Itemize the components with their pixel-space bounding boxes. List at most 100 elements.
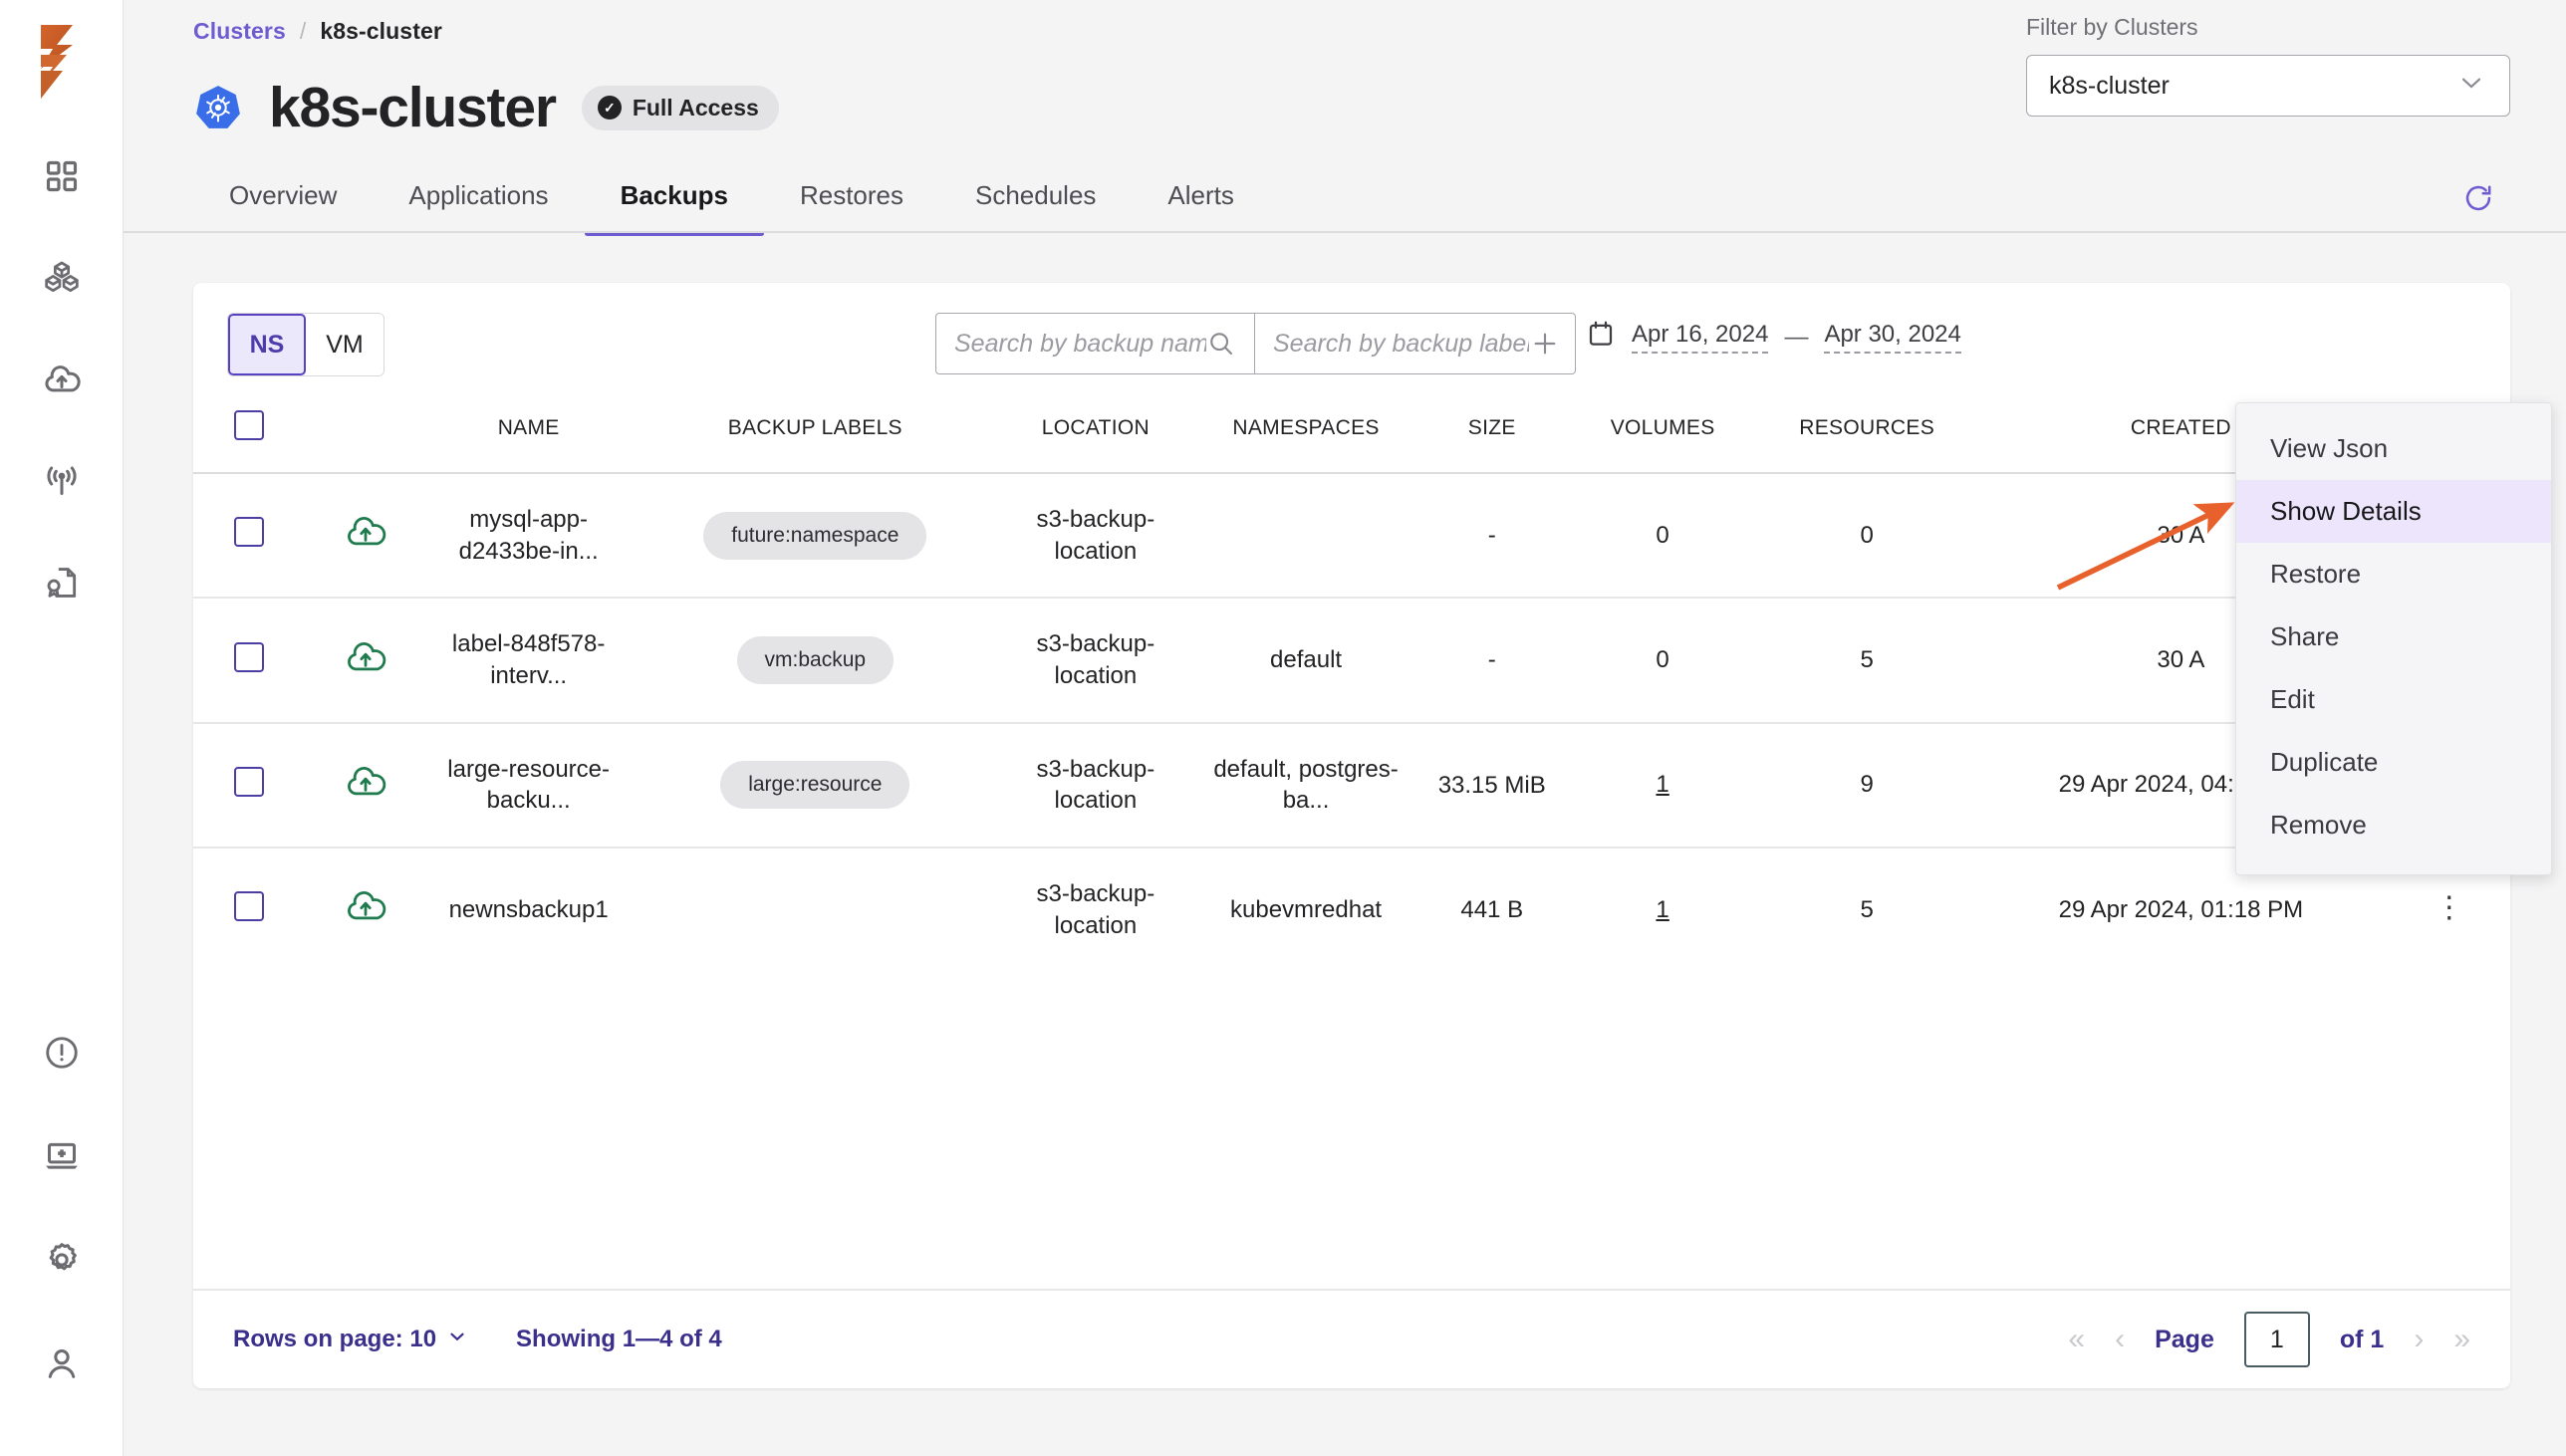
sidebar-item-backups[interactable]	[39, 357, 85, 402]
user-account-icon	[43, 1344, 81, 1382]
date-range-picker[interactable]: Apr 16, 2024 — Apr 30, 2024	[1586, 319, 1961, 356]
breadcrumb-clusters-link[interactable]: Clusters	[193, 18, 286, 45]
search-label-input[interactable]	[1273, 330, 1529, 359]
row-status-cell	[306, 473, 425, 598]
cluster-filter-select[interactable]: k8s-cluster	[2026, 55, 2510, 117]
refresh-icon[interactable]	[2462, 182, 2494, 219]
tab-overview[interactable]: Overview	[193, 180, 373, 233]
rows-per-page-select[interactable]: Rows on page: 10	[233, 1326, 468, 1354]
row-size: -	[1418, 598, 1565, 722]
table-row[interactable]: label-848f578-interv... vm:backup s3-bac…	[193, 598, 2510, 722]
certificate-document-icon	[43, 564, 81, 602]
kubernetes-helm-icon	[193, 83, 243, 132]
sidebar-item-account[interactable]	[39, 1340, 85, 1386]
col-name[interactable]: NAME	[425, 410, 633, 473]
col-size[interactable]: SIZE	[1418, 410, 1565, 473]
sidebar-item-monitoring[interactable]	[39, 458, 85, 504]
page-number-input[interactable]	[2244, 1312, 2310, 1367]
row-checkbox[interactable]	[234, 642, 264, 672]
sidebar-item-alerts[interactable]	[39, 1030, 85, 1076]
toggle-vm[interactable]: VM	[306, 314, 384, 375]
row-status-cell	[306, 848, 425, 971]
sidebar-item-support[interactable]	[39, 1133, 85, 1179]
row-checkbox-cell	[193, 848, 306, 971]
menu-item-view-json[interactable]: View Json	[2236, 417, 2551, 480]
sidebar-nav-bottom	[39, 1030, 85, 1386]
date-from[interactable]: Apr 16, 2024	[1632, 321, 1768, 354]
date-to[interactable]: Apr 30, 2024	[1824, 321, 1960, 354]
tab-restores[interactable]: Restores	[764, 180, 939, 233]
check-circle-icon: ✓	[598, 96, 622, 120]
row-resources: 5	[1760, 598, 1973, 722]
cloud-upload-icon	[344, 783, 387, 810]
tabs-divider	[124, 231, 2566, 233]
row-location: s3-backup-location	[998, 598, 1193, 722]
cluster-filter: Filter by Clusters k8s-cluster	[2026, 14, 2510, 117]
row-volumes: 1	[1565, 723, 1760, 848]
menu-item-edit[interactable]: Edit	[2236, 668, 2551, 731]
table-header-row: NAME BACKUP LABELS LOCATION NAMESPACES S…	[193, 410, 2510, 473]
menu-item-show-details[interactable]: Show Details	[2236, 480, 2551, 543]
col-backup-labels[interactable]: BACKUP LABELS	[633, 410, 998, 473]
search-input[interactable]	[954, 330, 1206, 359]
breadcrumb-separator: /	[300, 18, 307, 45]
row-location: s3-backup-location	[998, 723, 1193, 848]
cloud-upload-icon	[344, 907, 387, 934]
row-checkbox-cell	[193, 598, 306, 722]
menu-item-remove[interactable]: Remove	[2236, 794, 2551, 856]
menu-item-duplicate[interactable]: Duplicate	[2236, 731, 2551, 794]
col-resources[interactable]: RESOURCES	[1760, 410, 1973, 473]
gear-settings-icon	[42, 1240, 82, 1280]
chevron-down-icon	[446, 1326, 468, 1354]
row-name[interactable]: large-resource-backu...	[425, 723, 633, 848]
backup-label-pill: vm:backup	[737, 636, 895, 684]
status-badge: ✓ Full Access	[582, 86, 779, 130]
page-label: Page	[2155, 1326, 2214, 1354]
search-group	[935, 313, 1576, 374]
plus-icon[interactable]	[1529, 328, 1561, 360]
row-name[interactable]: mysql-app-d2433be-in...	[425, 473, 633, 598]
toggle-ns[interactable]: NS	[228, 314, 306, 375]
sidebar-item-clusters[interactable]	[39, 255, 85, 301]
row-checkbox[interactable]	[234, 767, 264, 797]
row-checkbox[interactable]	[234, 517, 264, 547]
row-checkbox[interactable]	[234, 891, 264, 921]
menu-item-share[interactable]: Share	[2236, 606, 2551, 668]
search-icon[interactable]	[1206, 329, 1236, 359]
calendar-icon	[1586, 319, 1616, 356]
sidebar-item-licenses[interactable]	[39, 560, 85, 606]
double-chevron-right-icon[interactable]: »	[2453, 1325, 2470, 1354]
volumes-link[interactable]: 1	[1656, 896, 1668, 923]
tab-backups[interactable]: Backups	[585, 180, 764, 233]
chevron-down-icon	[2455, 67, 2487, 106]
tab-schedules[interactable]: Schedules	[939, 180, 1132, 233]
row-checkbox-cell	[193, 473, 306, 598]
cloud-upload-backup-icon	[42, 360, 82, 399]
col-namespaces[interactable]: NAMESPACES	[1193, 410, 1418, 473]
row-resources: 9	[1760, 723, 1973, 848]
table-row[interactable]: newnsbackup1 s3-backup-location kubevmre…	[193, 848, 2510, 971]
chevron-left-icon[interactable]: ‹	[2115, 1325, 2125, 1354]
brand-logo[interactable]	[0, 0, 123, 123]
sidebar-item-dashboard[interactable]	[39, 153, 85, 199]
menu-item-restore[interactable]: Restore	[2236, 543, 2551, 606]
double-chevron-left-icon[interactable]: «	[2068, 1325, 2085, 1354]
page-total-label: of 1	[2340, 1326, 2384, 1354]
volumes-link[interactable]: 1	[1656, 771, 1668, 798]
kebab-menu-icon[interactable]: ⋮	[2435, 891, 2464, 924]
search-backup-label-wrap	[1254, 313, 1576, 374]
select-all-checkbox[interactable]	[234, 410, 264, 440]
chevron-right-icon[interactable]: ›	[2414, 1325, 2424, 1354]
row-name[interactable]: label-848f578-interv...	[425, 598, 633, 722]
tab-alerts[interactable]: Alerts	[1132, 180, 1269, 233]
table-row[interactable]: large-resource-backu... large:resource s…	[193, 723, 2510, 848]
table-row[interactable]: mysql-app-d2433be-in... future:namespace…	[193, 473, 2510, 598]
row-name[interactable]: newnsbackup1	[425, 848, 633, 971]
col-location[interactable]: LOCATION	[998, 410, 1193, 473]
sidebar-item-settings[interactable]	[39, 1237, 85, 1283]
tabs-bar: Overview Applications Backups Restores S…	[124, 180, 2566, 233]
backup-label-pill: large:resource	[720, 761, 909, 809]
tab-applications[interactable]: Applications	[373, 180, 584, 233]
row-namespaces	[1193, 473, 1418, 598]
col-volumes[interactable]: VOLUMES	[1565, 410, 1760, 473]
